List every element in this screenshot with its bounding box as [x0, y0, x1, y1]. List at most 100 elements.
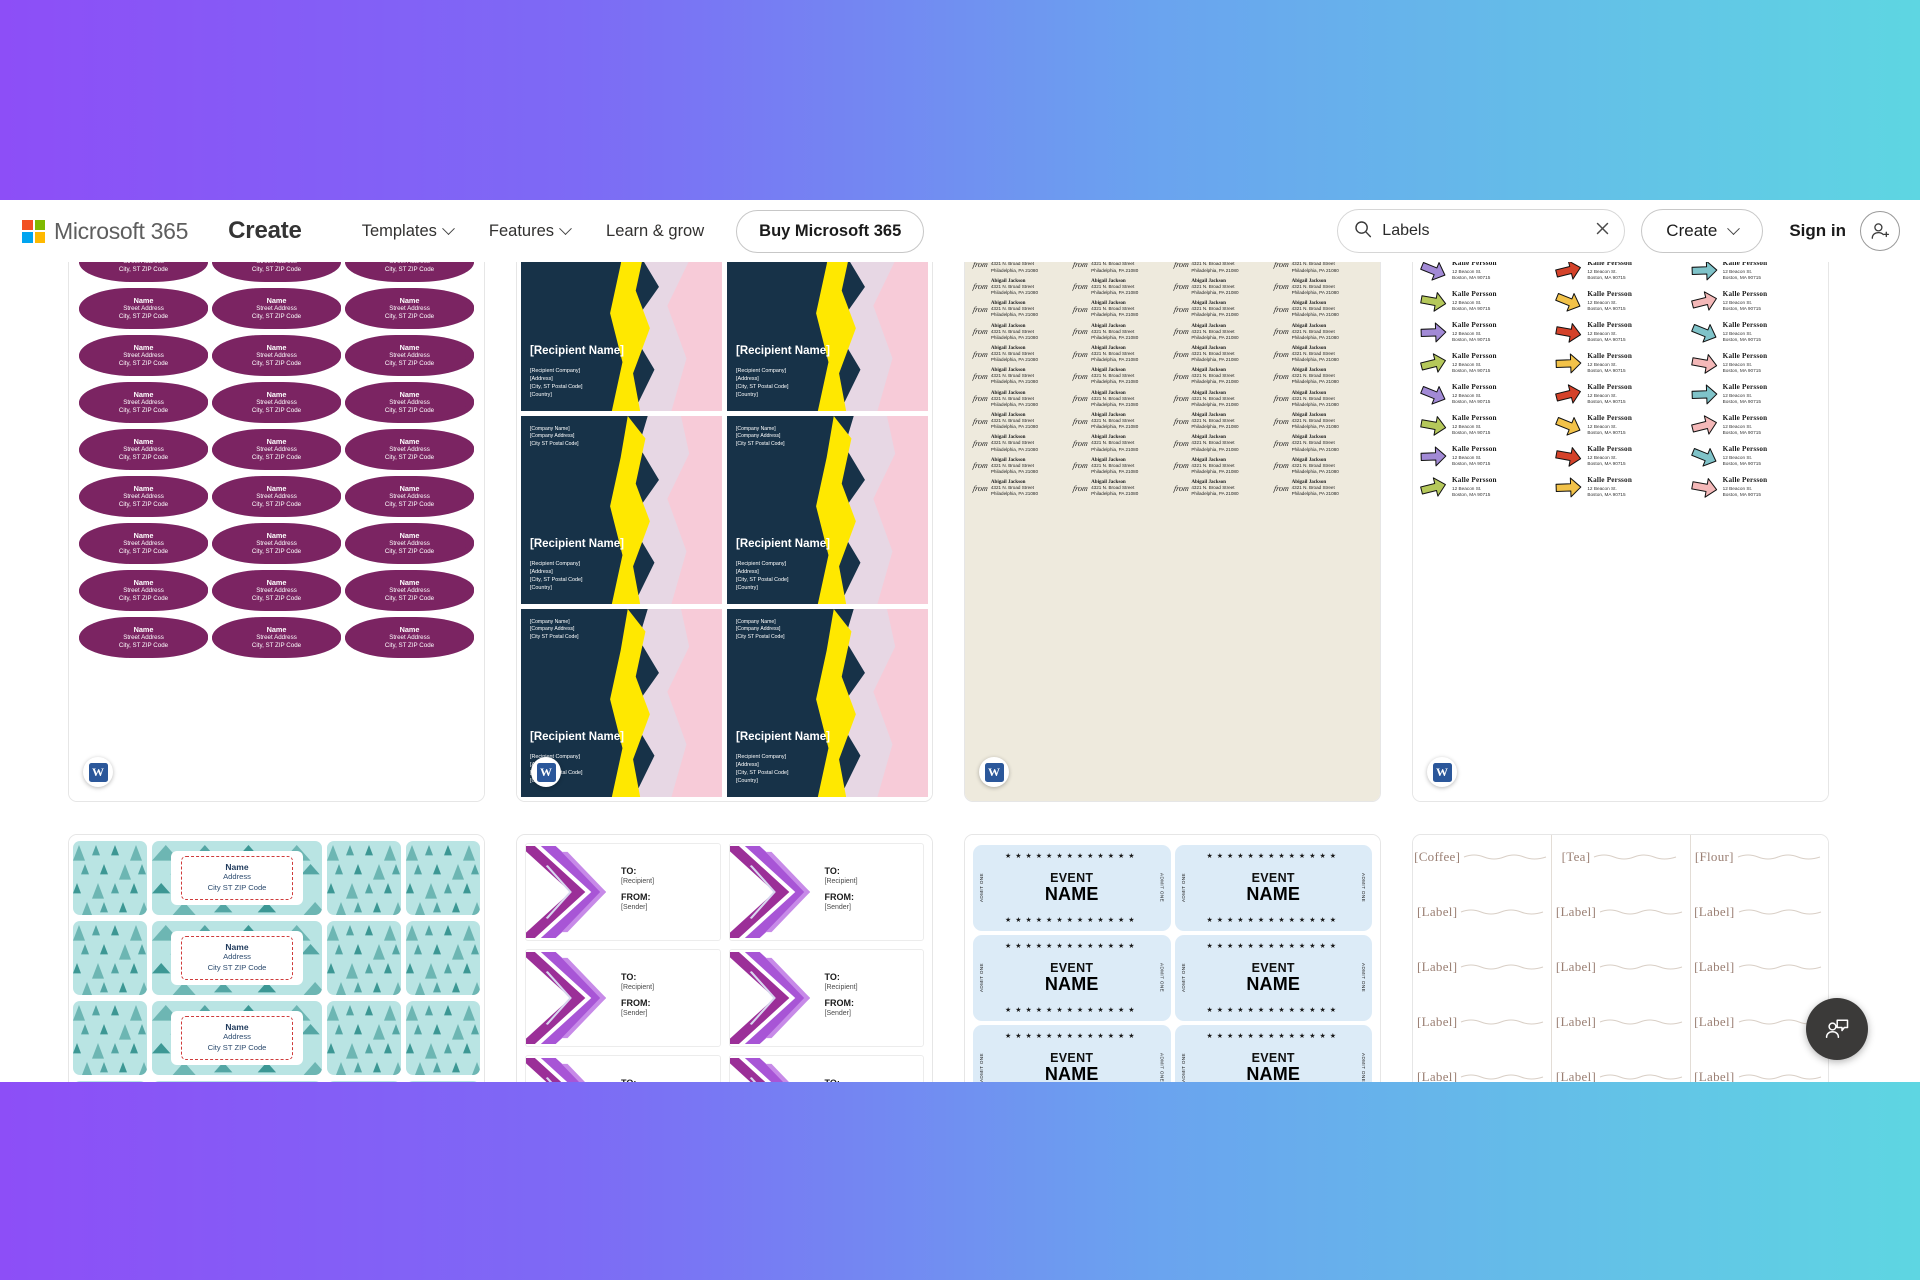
tree-pattern-icon [327, 1081, 401, 1082]
arrow-icon [1690, 324, 1717, 343]
buy-microsoft-365-button[interactable]: Buy Microsoft 365 [736, 209, 925, 253]
chevron-down-icon [559, 221, 572, 235]
pantry-label: [Coffee] [1413, 845, 1551, 866]
tree-tile [406, 921, 480, 995]
template-card-navy-wave-mailing-labels[interactable]: [Company Name][Company Address][City ST … [516, 218, 933, 802]
create-dropdown-button[interactable]: Create [1641, 209, 1764, 253]
create-wordmark[interactable]: Create [228, 217, 302, 245]
pantry-label-column: [Flour] [Label] [Label] [Label] [Label] [1689, 835, 1828, 1082]
tree-pattern-icon [73, 1081, 147, 1082]
brush-address-label: NameStreet AddressCity, ST ZIP Code [345, 335, 474, 376]
tree-tile [327, 1081, 401, 1082]
search-input[interactable] [1382, 222, 1596, 240]
from-return-address-label: fromAbigail Jackson4321 N. Broad StreetP… [1172, 367, 1239, 385]
from-return-address-label: fromAbigail Jackson4321 N. Broad StreetP… [1272, 277, 1339, 295]
template-card-arrow-return-address-labels[interactable]: Kalle Persson 12 Beacon St. Boston, MA 907… [1412, 218, 1829, 802]
word-icon: W [88, 762, 108, 782]
arrow-return-address-label: Kalle Persson12 Beacon St.Boston, MA 907… [1690, 444, 1822, 469]
tree-pattern-icon [73, 925, 147, 995]
brush-address-label: NameStreet AddressCity, ST ZIP Code [79, 429, 208, 470]
tree-tile [406, 1081, 480, 1082]
close-icon[interactable] [1595, 221, 1610, 241]
tree-label-column: Name Address City ST ZIP Code Name Address Ci… [152, 841, 322, 1082]
template-preview: Name Address City ST ZIP Code Name Address Ci… [69, 835, 484, 1082]
tree-tile [73, 841, 147, 915]
from-return-address-label: fromAbigail Jackson4321 N. Broad StreetP… [1172, 412, 1239, 430]
nav-item-features-label: Features [488, 221, 555, 240]
template-card-purple-brush-address-labels[interactable]: NameStreet AddressCity, ST ZIP CodeNameS… [68, 218, 485, 802]
chevron-graphic-icon [526, 951, 607, 1045]
arrow-icon [1420, 353, 1446, 373]
wave-mailing-label: [Company Name][Company Address][City ST … [727, 609, 928, 797]
pantry-label: [Label] [1552, 900, 1689, 921]
from-return-address-label: fromAbigail Jackson4321 N. Broad StreetP… [1172, 434, 1239, 452]
from-return-address-label: fromAbigail Jackson4321 N. Broad StreetP… [972, 300, 1038, 318]
template-card-event-ticket-labels[interactable]: ★★★★★★★★★★★★★ ADMIT ONE ADMIT ONE EVENT NAME… [964, 834, 1381, 1082]
template-card-purple-chevron-shipping-labels[interactable]: TO: [Recipient] FROM: [Sender] TO: [Recipient… [516, 834, 933, 1082]
arrow-icon [1690, 291, 1717, 311]
account-avatar-button[interactable] [1860, 211, 1900, 251]
arrow-return-address-label: Kalle Persson12 Beacon St.Boston, MA 907… [1554, 444, 1686, 469]
brush-address-label: NameStreet AddressCity, ST ZIP Code [212, 382, 341, 423]
arrow-icon [1690, 448, 1717, 467]
arrow-icon [1420, 322, 1447, 343]
tree-pattern-icon [406, 925, 480, 995]
brush-address-label: NameStreet AddressCity, ST ZIP Code [79, 570, 208, 611]
template-card-pantry-labels[interactable]: [Coffee] [Label] [Label] [Label] [Label] [Tea… [1412, 834, 1829, 1082]
feedback-button[interactable] [1806, 998, 1868, 1060]
pantry-label: [Label] [1413, 1010, 1551, 1031]
tree-tile: NameAddressCity ST ZIP Code [152, 1001, 322, 1075]
chevron-graphic-icon [729, 1057, 789, 1082]
from-return-address-label: fromAbigail Jackson4321 N. Broad StreetP… [972, 277, 1038, 295]
tree-tile-column [406, 841, 480, 1082]
arrow-icon [1555, 323, 1582, 343]
brush-address-label: NameStreet AddressCity, ST ZIP Code [212, 288, 341, 329]
from-return-address-label: fromAbigail Jackson4321 N. Broad StreetP… [1272, 322, 1339, 340]
ornament-icon [1738, 1074, 1821, 1080]
arrow-icon [1691, 384, 1717, 405]
microsoft-365-logo[interactable]: Microsoft 365 [22, 218, 188, 245]
arrow-return-address-label: Kalle Persson12 Beacon St.Boston, MA 907… [1419, 351, 1551, 376]
arrow-return-address-label: Kalle Persson12 Beacon St.Boston, MA 907… [1690, 475, 1822, 500]
pantry-label: [Label] [1413, 955, 1551, 976]
template-preview: [Coffee] [Label] [Label] [Label] [Label] [Tea… [1413, 835, 1828, 1082]
tree-tile: NameAddressCity ST ZIP Code [152, 921, 322, 995]
tree-pattern-icon [406, 845, 480, 915]
template-results-grid: NameStreet AddressCity, ST ZIP CodeNameS… [0, 218, 1920, 1082]
from-return-address-label: fromAbigail Jackson4321 N. Broad StreetP… [1272, 389, 1339, 407]
from-return-address-label: fromAbigail Jackson4321 N. Broad StreetP… [1172, 322, 1239, 340]
from-return-address-label: fromAbigail Jackson4321 N. Broad StreetP… [1272, 434, 1339, 452]
nav-item-templates[interactable]: Templates [344, 214, 471, 249]
arrow-return-address-label: Kalle Persson12 Beacon St.Boston, MA 907… [1419, 320, 1551, 345]
pantry-label: [Label] [1691, 955, 1828, 976]
pantry-label: [Label] [1413, 900, 1551, 921]
ornament-icon [1599, 909, 1683, 915]
brush-address-label: NameStreet AddressCity, ST ZIP Code [212, 523, 341, 564]
tree-address-label: Name Address City ST ZIP Code [170, 1011, 304, 1065]
pantry-label-column: [Tea] [Label] [Label] [Label] [Label] [1551, 835, 1689, 1082]
nav-item-features[interactable]: Features [471, 214, 588, 249]
chevron-graphic-icon [526, 1057, 585, 1082]
search-box[interactable] [1337, 209, 1626, 253]
page-content-sheet: Microsoft 365 Create Templates Features … [0, 200, 1920, 1082]
wave-label-sheet: [Company Name][Company Address][City ST … [517, 219, 932, 801]
chevron-graphic-icon [729, 951, 810, 1045]
brush-address-label: NameStreet AddressCity, ST ZIP Code [345, 617, 474, 658]
arrow-return-address-label: Kalle Persson12 Beacon St.Boston, MA 907… [1419, 475, 1551, 500]
tree-label-sheet: Name Address City ST ZIP Code Name Address Ci… [73, 841, 480, 1082]
sign-in-button[interactable]: Sign in [1789, 221, 1846, 241]
nav-item-learn-and-grow[interactable]: Learn & grow [588, 214, 722, 249]
template-card-tree-pattern-address-labels[interactable]: Name Address City ST ZIP Code Name Address Ci… [68, 834, 485, 1082]
pantry-label: [Label] [1552, 1010, 1689, 1031]
arrow-return-address-label: Kalle Persson12 Beacon St.Boston, MA 907… [1554, 475, 1686, 500]
pantry-label-sheet: [Coffee] [Label] [Label] [Label] [Label] [Tea… [1413, 835, 1828, 1082]
from-return-address-label: fromAbigail Jackson4321 N. Broad StreetP… [1172, 456, 1239, 474]
template-card-from-return-address-labels[interactable]: fromAbigail Jackson4321 N. Broad StreetP… [964, 218, 1381, 802]
ornament-icon [1599, 1019, 1683, 1025]
brush-address-label: NameStreet AddressCity, ST ZIP Code [79, 288, 208, 329]
pantry-label: [Flour] [1691, 845, 1828, 866]
pantry-label: [Tea] [1552, 845, 1689, 866]
arrow-icon [1555, 447, 1582, 467]
tree-pattern-icon [73, 1005, 147, 1075]
tree-pattern-icon [406, 1081, 480, 1082]
